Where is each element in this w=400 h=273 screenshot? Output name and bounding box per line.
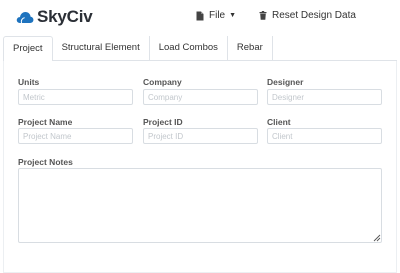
tab-project[interactable]: Project [3, 36, 53, 62]
project-notes-field[interactable] [18, 168, 382, 243]
file-menu[interactable]: File ▼ [196, 10, 236, 21]
company-field[interactable] [143, 89, 258, 105]
units-label: Units [18, 77, 40, 87]
file-menu-label: File [209, 10, 226, 21]
project-name-field[interactable] [18, 128, 133, 144]
tab-structural-element[interactable]: Structural Element [53, 36, 150, 61]
tab-load-combos[interactable]: Load Combos [150, 36, 228, 61]
cloud-logo-icon [16, 11, 34, 23]
chevron-down-icon: ▼ [229, 12, 237, 19]
project-notes-label: Project Notes [18, 157, 73, 167]
tab-bar: Project Structural Element Load Combos R… [3, 36, 397, 62]
skyciv-logo[interactable]: SkyCiv [16, 7, 93, 27]
client-field[interactable] [267, 128, 382, 144]
designer-field[interactable] [267, 89, 382, 105]
project-panel: Units Company Designer Project Name Proj… [3, 61, 397, 273]
top-bar: SkyCiv File ▼ Reset Design Data [0, 0, 400, 34]
project-id-label: Project ID [143, 117, 183, 127]
tab-rebar[interactable]: Rebar [228, 36, 273, 61]
client-label: Client [267, 117, 291, 127]
trash-icon [259, 11, 267, 20]
designer-label: Designer [267, 77, 304, 87]
brand-name: SkyCiv [37, 7, 93, 26]
file-icon [196, 11, 204, 20]
company-label: Company [143, 77, 182, 87]
reset-label: Reset Design Data [272, 10, 356, 21]
reset-design-data-button[interactable]: Reset Design Data [259, 10, 356, 21]
project-id-field[interactable] [143, 128, 258, 144]
project-name-label: Project Name [18, 117, 73, 127]
units-field[interactable] [18, 89, 133, 105]
